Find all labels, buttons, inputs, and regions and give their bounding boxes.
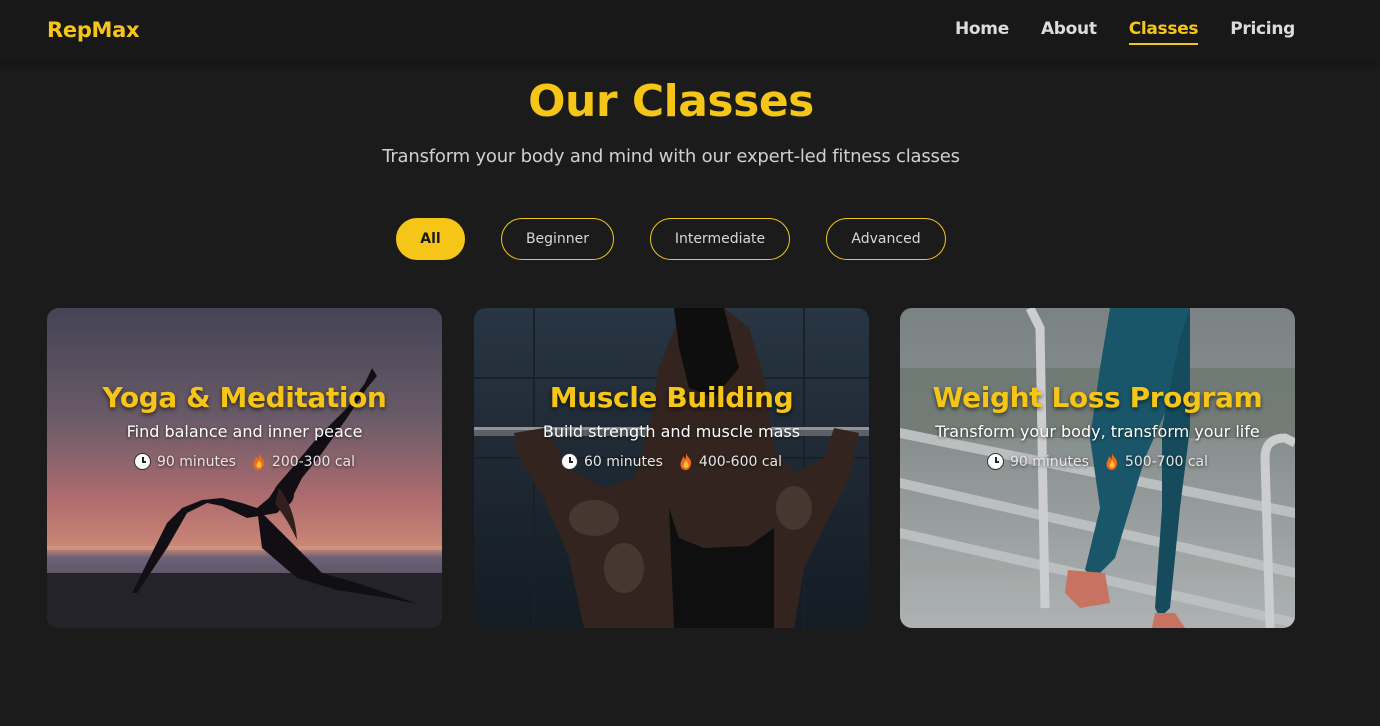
- class-card-weight-loss[interactable]: Weight Loss Program Transform your body,…: [900, 308, 1295, 628]
- nav-link-classes[interactable]: Classes: [1128, 19, 1199, 45]
- class-card-yoga[interactable]: Yoga & Meditation Find balance and inner…: [47, 308, 442, 628]
- class-card-muscle[interactable]: Muscle Building Build strength and muscl…: [474, 308, 869, 628]
- navbar: RepMax Home About Classes Pricing: [0, 0, 1380, 62]
- nav-link-about[interactable]: About: [1041, 19, 1097, 45]
- fire-icon: [253, 453, 265, 470]
- class-duration: 90 minutes: [1009, 453, 1089, 470]
- nav-link-home[interactable]: Home: [955, 19, 1009, 45]
- filter-beginner-button[interactable]: Beginner: [501, 218, 614, 260]
- class-duration: 90 minutes: [156, 453, 236, 470]
- clock-icon: [133, 453, 151, 470]
- fire-icon: [1106, 453, 1118, 470]
- page-subtitle: Transform your body and mind with our ex…: [382, 146, 960, 167]
- filter-all-button[interactable]: All: [396, 218, 465, 260]
- nav-links: Home About Classes Pricing: [955, 19, 1295, 45]
- filter-advanced-button[interactable]: Advanced: [826, 218, 946, 260]
- class-duration: 60 minutes: [583, 453, 663, 470]
- clock-icon: [560, 453, 578, 470]
- fire-icon: [680, 453, 692, 470]
- class-description: Transform your body, transform your life: [935, 422, 1260, 441]
- class-meta: 90 minutes 500-700 cal: [900, 453, 1295, 470]
- class-calories: 500-700 cal: [1124, 453, 1209, 470]
- class-calories: 400-600 cal: [698, 453, 783, 470]
- class-title: Muscle Building: [549, 381, 794, 414]
- class-meta: 60 minutes 400-600 cal: [474, 453, 869, 470]
- class-title: Weight Loss Program: [932, 381, 1263, 414]
- nav-link-pricing[interactable]: Pricing: [1230, 19, 1295, 45]
- class-title: Yoga & Meditation: [102, 381, 387, 414]
- filter-intermediate-button[interactable]: Intermediate: [650, 218, 790, 260]
- class-description: Find balance and inner peace: [126, 422, 363, 441]
- class-description: Build strength and muscle mass: [542, 422, 801, 441]
- class-calories: 200-300 cal: [271, 453, 356, 470]
- class-meta: 90 minutes 200-300 cal: [47, 453, 442, 470]
- brand-logo[interactable]: RepMax: [47, 18, 140, 42]
- page-title: Our Classes: [528, 76, 814, 127]
- clock-icon: [986, 453, 1004, 470]
